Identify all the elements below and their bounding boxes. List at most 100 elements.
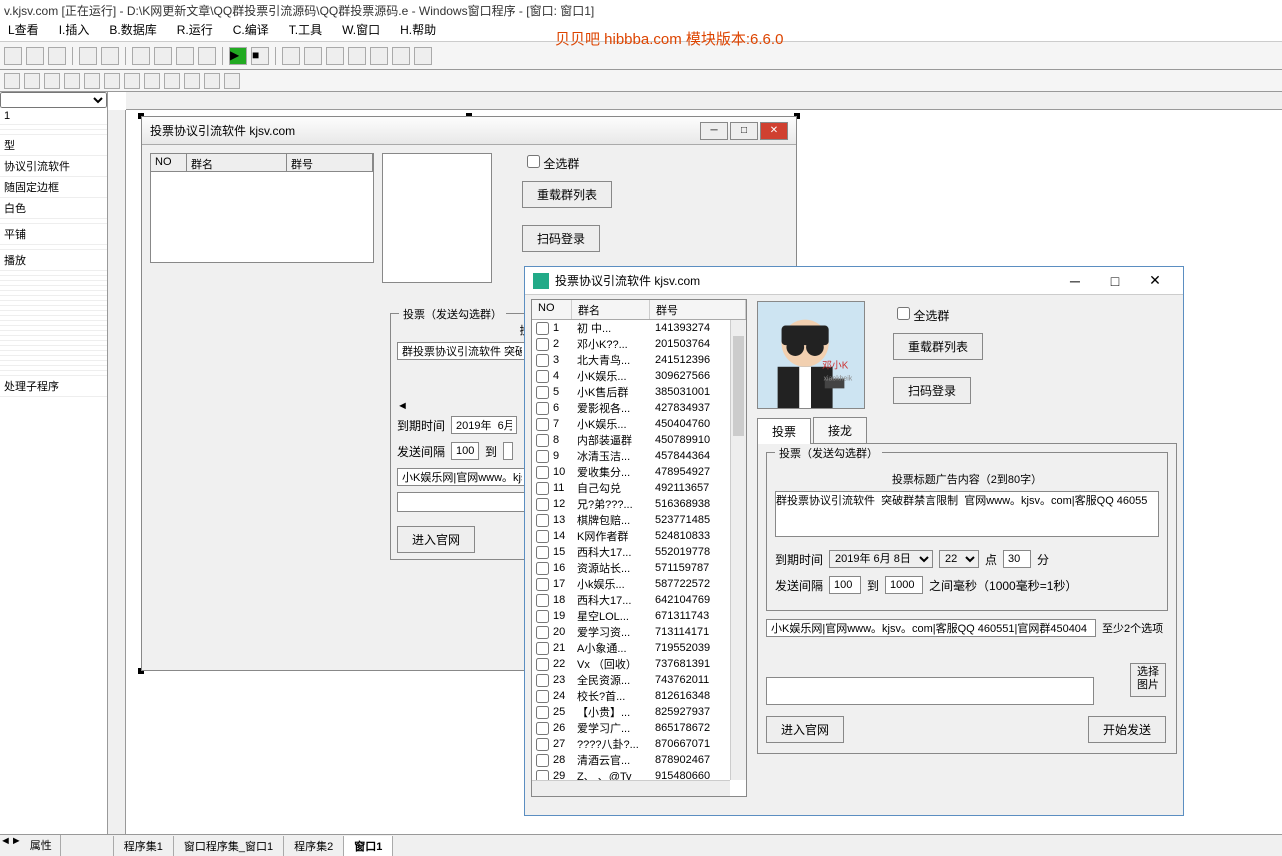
scan-login-button[interactable]: 扫码登录 [522,225,600,252]
property-row[interactable]: 型 [0,135,107,156]
group-checkbox[interactable] [536,482,549,495]
align-icon[interactable] [224,73,240,89]
group-row[interactable]: 7小K娱乐...450404760 [532,416,746,432]
group-row[interactable]: 1初 中...141393274 [532,320,746,336]
group-row[interactable]: 16资源站长...571159787 [532,560,746,576]
start-send-button[interactable]: 开始发送 [1088,716,1166,743]
group-checkbox[interactable] [536,658,549,671]
option-input[interactable] [397,468,527,486]
group-row[interactable]: 13棋牌包赔...523771485 [532,512,746,528]
group-row[interactable]: 4小K娱乐...309627566 [532,368,746,384]
group-row[interactable]: 25【小贵】...825927937 [532,704,746,720]
group-row[interactable]: 10爱收集分...478954927 [532,464,746,480]
select-all-checkbox[interactable]: 全选群 [897,307,949,324]
menu-insert[interactable]: I.插入 [55,19,94,40]
expire-hour-select[interactable]: 22 [939,550,979,568]
group-checkbox[interactable] [536,322,549,335]
align-icon[interactable] [4,73,20,89]
group-checkbox[interactable] [536,450,549,463]
options-input[interactable] [766,619,1096,637]
group-list[interactable]: NO 群名 群号 1初 中...1413932742邓小K??...201503… [531,299,747,797]
group-checkbox[interactable] [536,434,549,447]
menu-run[interactable]: R.运行 [173,19,217,40]
group-checkbox[interactable] [536,626,549,639]
tab-vote[interactable]: 投票 [757,418,811,444]
group-row[interactable]: 22Vx （回收）737681391 [532,656,746,672]
tool-icon[interactable] [26,47,44,65]
expire-input[interactable] [451,416,517,434]
group-checkbox[interactable] [536,594,549,607]
group-checkbox[interactable] [536,530,549,543]
align-icon[interactable] [144,73,160,89]
group-checkbox[interactable] [536,674,549,687]
group-checkbox[interactable] [536,754,549,767]
expire-date-select[interactable]: 2019年 6月 8日 [829,550,933,568]
close-icon[interactable]: ✕ [760,122,788,140]
align-icon[interactable] [164,73,180,89]
group-checkbox[interactable] [536,402,549,415]
enter-site-button[interactable]: 进入官网 [397,526,475,553]
tab-progset2[interactable]: 程序集2 [284,836,344,856]
property-row[interactable]: 协议引流软件 [0,156,107,177]
group-checkbox[interactable] [536,578,549,591]
group-checkbox[interactable] [536,370,549,383]
interval-max-input[interactable] [885,576,923,594]
group-row[interactable]: 5小K售后群385031001 [532,384,746,400]
tool-icon[interactable] [79,47,97,65]
group-checkbox[interactable] [536,418,549,431]
group-row[interactable]: 6爱影视各...427834937 [532,400,746,416]
run-icon[interactable]: ▶ [229,47,247,65]
stop-icon[interactable]: ■ [251,47,269,65]
select-image-button[interactable]: 选择 图片 [1130,663,1166,697]
maximize-icon[interactable]: □ [1095,269,1135,293]
tool-icon[interactable] [198,47,216,65]
group-checkbox[interactable] [536,738,549,751]
menu-compile[interactable]: C.编译 [229,19,273,40]
group-row[interactable]: 8内部装逼群450789910 [532,432,746,448]
group-checkbox[interactable] [536,690,549,703]
reload-groups-button[interactable]: 重载群列表 [893,333,983,360]
group-checkbox[interactable] [536,498,549,511]
group-checkbox[interactable] [536,546,549,559]
close-icon[interactable]: ✕ [1135,269,1175,293]
group-row[interactable]: 2邓小K??...201503764 [532,336,746,352]
tool-icon[interactable] [154,47,172,65]
expire-min-input[interactable] [1003,550,1031,568]
property-row[interactable]: 平铺 [0,224,107,245]
group-row[interactable]: 15西科大17...552019778 [532,544,746,560]
group-checkbox[interactable] [536,642,549,655]
align-icon[interactable] [104,73,120,89]
group-row[interactable]: 28清酒云官...878902467 [532,752,746,768]
property-row[interactable]: 白色 [0,198,107,219]
tool-icon[interactable] [48,47,66,65]
tool-icon[interactable] [326,47,344,65]
group-checkbox[interactable] [536,514,549,527]
align-icon[interactable] [24,73,40,89]
group-row[interactable]: 18西科大17...642104769 [532,592,746,608]
minimize-icon[interactable]: ─ [700,122,728,140]
tool-icon[interactable] [348,47,366,65]
menu-window[interactable]: W.窗口 [338,19,384,40]
interval-max-input[interactable] [503,442,513,460]
menu-view[interactable]: L查看 [4,19,43,40]
interval-min-input[interactable] [451,442,479,460]
tab-winprogset[interactable]: 窗口程序集_窗口1 [174,836,284,856]
group-row[interactable]: 27????八卦?...870667071 [532,736,746,752]
property-select[interactable] [0,92,107,108]
group-row[interactable]: 19星空LOL...671311743 [532,608,746,624]
menu-database[interactable]: B.数据库 [105,19,160,40]
maximize-icon[interactable]: □ [730,122,758,140]
tool-icon[interactable] [176,47,194,65]
editor-tabs[interactable]: ◄ ► 常量数据表 程序集1 窗口程序集_窗口1 程序集2 窗口1 [0,834,1282,856]
group-checkbox[interactable] [536,466,549,479]
group-row[interactable]: 3北大青鸟...241512396 [532,352,746,368]
tool-icon[interactable] [370,47,388,65]
group-checkbox[interactable] [536,338,549,351]
align-icon[interactable] [184,73,200,89]
property-row[interactable]: 播放 [0,250,107,271]
group-checkbox[interactable] [536,610,549,623]
group-row[interactable]: 20爱学习资...713114171 [532,624,746,640]
property-row[interactable]: 处理子程序 [0,376,107,397]
tab-progset1[interactable]: 程序集1 [114,836,174,856]
property-row[interactable]: 随固定边框 [0,177,107,198]
